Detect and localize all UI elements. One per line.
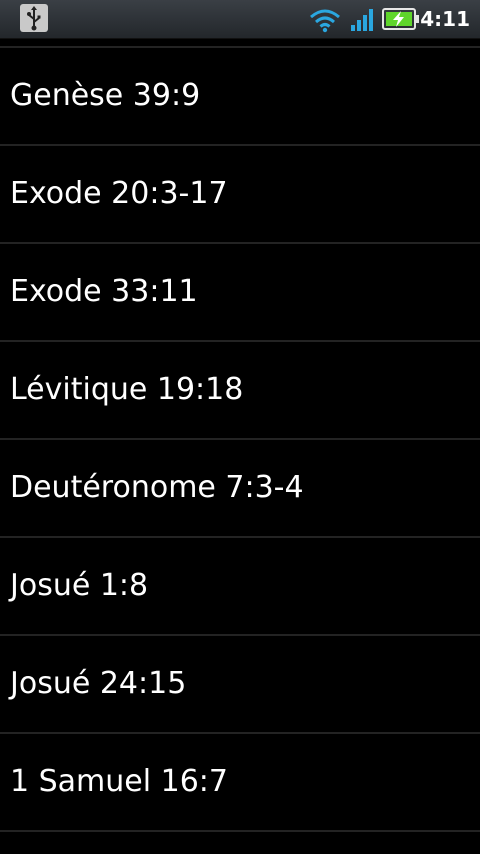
list-item-label: Genèse 39:9 xyxy=(10,78,201,113)
list-item[interactable]: Josué 24:15 xyxy=(0,636,480,734)
list-item[interactable]: Exode 33:11 xyxy=(0,244,480,342)
status-bar: 4:11 xyxy=(0,0,480,39)
list-item-label: Josué 24:15 xyxy=(10,666,187,701)
verse-list[interactable]: Genèse 39:9 Exode 20:3-17 Exode 33:11 Lé… xyxy=(0,38,480,854)
wifi-icon xyxy=(308,7,342,37)
list-item[interactable]: Josué 1:8 xyxy=(0,538,480,636)
list-item[interactable]: Lévitique 19:18 xyxy=(0,342,480,440)
list-item-label: 1 Samuel 16:7 xyxy=(10,764,228,799)
list-item-label: Deutéronome 7:3-4 xyxy=(10,470,304,505)
status-clock: 4:11 xyxy=(420,7,470,31)
signal-icon xyxy=(350,8,376,36)
usb-icon xyxy=(20,4,48,32)
list-divider xyxy=(0,38,480,48)
list-item-label: Josué 1:8 xyxy=(10,568,149,603)
list-item[interactable]: 1 Samuel 16:7 xyxy=(0,734,480,832)
list-item[interactable]: Exode 20:3-17 xyxy=(0,146,480,244)
list-item-label: Exode 20:3-17 xyxy=(10,176,228,211)
list-item-label: Exode 33:11 xyxy=(10,274,198,309)
battery-charging-icon xyxy=(382,8,420,34)
list-item[interactable]: Genèse 39:9 xyxy=(0,48,480,146)
list-item[interactable]: Deutéronome 7:3-4 xyxy=(0,440,480,538)
list-item-label: Lévitique 19:18 xyxy=(10,372,244,407)
